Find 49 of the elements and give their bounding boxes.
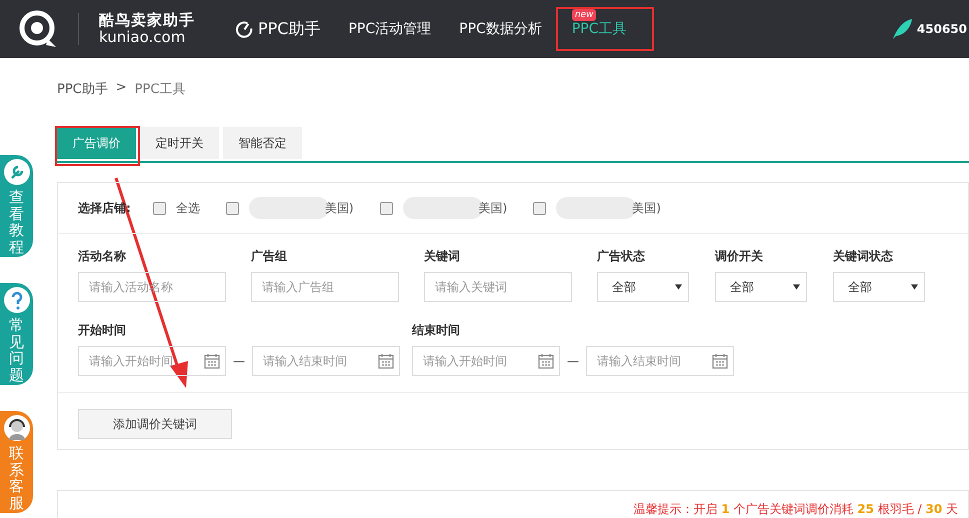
breadcrumb-item[interactable]: PPC助手	[57, 80, 108, 116]
headset-person-icon	[2, 414, 30, 442]
text-field[interactable]: 请输入关键词	[424, 272, 572, 302]
dropdown[interactable]: 全部	[715, 272, 807, 302]
nav-link[interactable]: PPC活动管理	[334, 7, 446, 51]
dropdown[interactable]: 全部	[833, 272, 925, 302]
range-dash: —	[567, 354, 579, 368]
store-option-label: 美国)	[324, 200, 354, 216]
filter-label: 广告组	[251, 248, 288, 265]
notice-text: 温馨提示：开启 1 个广告关键词调价消耗 25 根羽毛 / 30 天	[633, 501, 958, 518]
filter-label: 关键词	[424, 248, 461, 265]
checkbox[interactable]	[533, 202, 546, 214]
store-option-label: 美国)	[632, 200, 661, 216]
wrench-icon	[2, 158, 30, 186]
dropdown-caret-icon	[793, 284, 800, 290]
checkbox[interactable]	[380, 202, 392, 214]
calendar-icon	[378, 353, 394, 369]
nav-link[interactable]: PPC助手	[221, 7, 334, 51]
logo-icon	[18, 9, 58, 49]
filter-label: 结束时间	[412, 322, 461, 339]
filter-label: 调价开关	[715, 248, 764, 265]
text-field[interactable]: 请输入广告组	[251, 272, 399, 302]
add-keyword-button[interactable]: 添加调价关键词	[78, 409, 232, 439]
tab[interactable]: 定时开关	[140, 127, 219, 159]
nav-link[interactable]: PPC数据分析	[445, 7, 556, 51]
filter-label: 活动名称	[78, 248, 127, 265]
tab[interactable]: 智能否定	[223, 127, 302, 159]
store-option-label: 美国)	[478, 200, 508, 216]
dropdown-caret-icon	[675, 284, 682, 290]
checkbox[interactable]	[152, 202, 166, 214]
calendar-icon	[204, 353, 220, 369]
question-icon	[2, 286, 30, 314]
calendar-icon	[538, 353, 554, 369]
filter-label: 广告状态	[597, 248, 646, 265]
filter-label: 关键词状态	[833, 248, 894, 265]
calendar-icon	[712, 353, 728, 369]
breadcrumb-item: >	[116, 80, 127, 97]
brand-name: 酷鸟卖家助手	[99, 12, 195, 29]
new-badge: new	[572, 9, 596, 21]
dropdown[interactable]: 全部	[597, 272, 689, 302]
filter-label: 开始时间	[78, 322, 127, 339]
feather-balance: 450650	[916, 22, 967, 36]
range-dash: —	[233, 354, 245, 368]
breadcrumb-item: PPC工具	[134, 81, 186, 99]
checkbox[interactable]	[226, 202, 239, 214]
nav-link[interactable]: new PPC工具	[556, 7, 654, 51]
store-option-label: 全选	[176, 200, 200, 216]
dropdown-caret-icon	[911, 284, 918, 290]
brand-domain: kuniao.com	[99, 29, 186, 46]
